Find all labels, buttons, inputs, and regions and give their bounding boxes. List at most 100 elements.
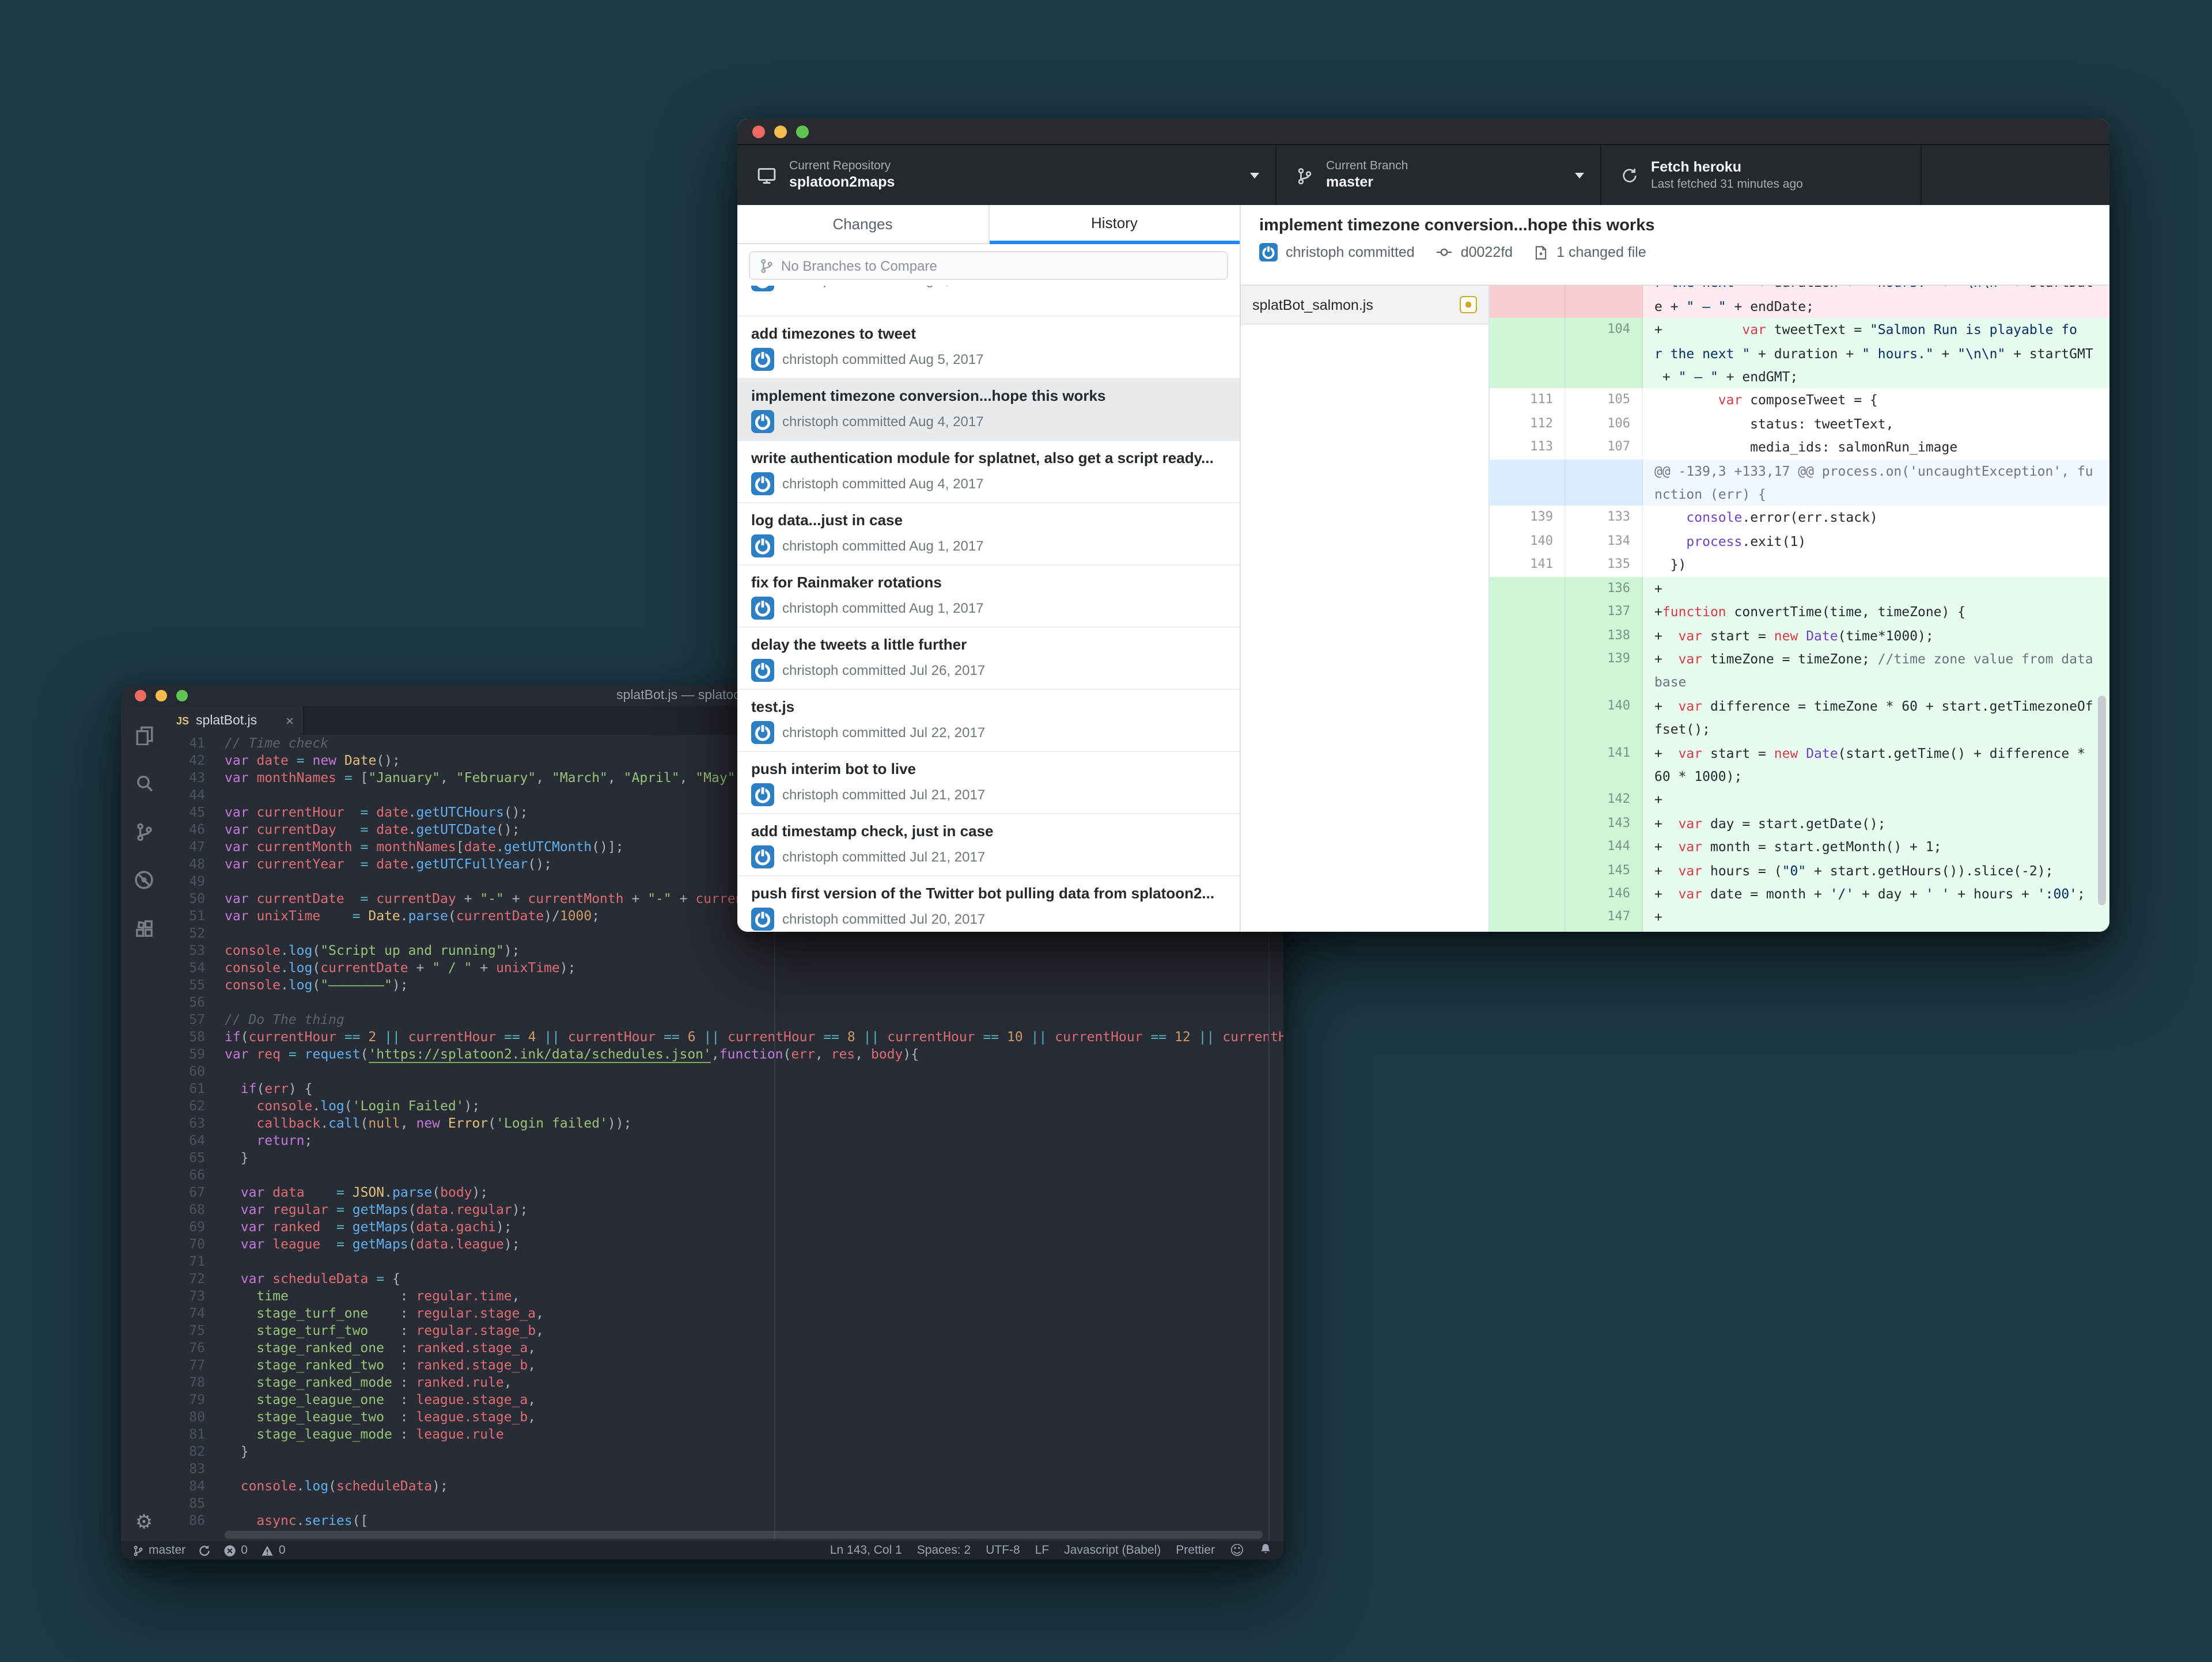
code-line: 69 var ranked = getMaps(data.gachi);: [167, 1219, 1283, 1236]
commit-row-meta: christoph committed Aug 5, 2017: [751, 348, 1226, 371]
commit-row[interactable]: implement timezone conversion...hope thi…: [737, 379, 1240, 441]
status-warnings[interactable]: 0: [260, 1543, 286, 1557]
diff-row: 143+ var day = start.getDate();: [1490, 812, 2109, 836]
branch-icon: [132, 1544, 144, 1557]
source-control-icon[interactable]: [121, 807, 167, 856]
status-branch[interactable]: master: [132, 1543, 185, 1557]
commit-row[interactable]: push first version of the Twitter bot pu…: [737, 876, 1240, 932]
status-item[interactable]: Prettier: [1176, 1543, 1215, 1557]
diff-scrollbar-thumb[interactable]: [2098, 696, 2106, 905]
commit-row[interactable]: christoph committed Aug 5, 2017: [737, 286, 1240, 317]
commit-row-title: push first version of the Twitter bot pu…: [751, 885, 1226, 902]
commit-row[interactable]: push interim bot to live christoph commi…: [737, 752, 1240, 814]
horizontal-scrollbar[interactable]: [225, 1531, 1263, 1539]
status-item[interactable]: Javascript (Babel): [1064, 1543, 1161, 1557]
code-line: 82 }: [167, 1443, 1283, 1460]
compare-placeholder: No Branches to Compare: [781, 257, 937, 274]
diff-row: 145+ var hours = ("0" + start.getHours()…: [1490, 859, 2109, 882]
commit-detail-header: implement timezone conversion...hope thi…: [1241, 205, 2109, 286]
status-sync[interactable]: [198, 1544, 211, 1557]
javascript-file-icon: JS: [176, 715, 189, 726]
commit-row-meta: christoph committed Jul 21, 2017: [751, 845, 1226, 868]
committer-avatar-icon: [751, 534, 774, 557]
code-line: 80 stage_league_two : league.stage_b,: [167, 1409, 1283, 1426]
code-line: 72 var scheduleData = {: [167, 1270, 1283, 1288]
current-branch-button[interactable]: Current Branch master: [1277, 145, 1601, 206]
committer-avatar-icon: [751, 410, 774, 433]
minimize-window-button[interactable]: [774, 125, 787, 138]
diff-row: 113107 media_ids: salmonRun_image: [1490, 436, 2109, 460]
commit-row[interactable]: test.js christoph committed Jul 22, 2017: [737, 690, 1240, 752]
diff-row: 139+ var timeZone = timeZone; //time zon…: [1490, 647, 2109, 695]
close-window-button[interactable]: [752, 125, 765, 138]
settings-gear-icon[interactable]: ⚙: [121, 1511, 167, 1534]
github-desktop-window: Current Repository splatoon2maps Current…: [737, 119, 2109, 932]
notifications-bell-icon[interactable]: [1259, 1542, 1272, 1559]
committer-avatar-icon: [751, 597, 774, 620]
commit-sha[interactable]: d0022fd: [1461, 244, 1513, 260]
debug-icon[interactable]: [121, 856, 167, 904]
feedback-smiley-icon[interactable]: ☺: [1230, 1542, 1244, 1558]
github-toolbar: Current Repository splatoon2maps Current…: [737, 144, 2109, 206]
current-repository-button[interactable]: Current Repository splatoon2maps: [737, 145, 1277, 206]
tab-close-icon[interactable]: ×: [286, 714, 294, 727]
commit-detail-pane: implement timezone conversion...hope thi…: [1241, 205, 2109, 932]
commit-row[interactable]: fix for Rainmaker rotations christoph co…: [737, 566, 1240, 628]
code-line: 68 var regular = getMaps(data.regular);: [167, 1201, 1283, 1219]
code-line: 67 var data = JSON.parse(body);: [167, 1184, 1283, 1201]
commit-row-meta: christoph committed Jul 26, 2017: [751, 659, 1226, 682]
code-line: 54console.log(currentDate + " / " + unix…: [167, 959, 1283, 977]
status-item[interactable]: Ln 143, Col 1: [830, 1543, 902, 1557]
chevron-down-icon: [1250, 173, 1259, 179]
commit-row[interactable]: log data...just in case christoph commit…: [737, 503, 1240, 566]
fetch-button[interactable]: Fetch heroku Last fetched 31 minutes ago: [1601, 145, 1922, 206]
diff-row: - var tweetText = "Salmon Run is playabl…: [1490, 286, 2109, 318]
repository-monitor-icon: [757, 166, 777, 185]
diff-row: 104+ var tweetText = "Salmon Run is play…: [1490, 318, 2109, 388]
diff-row: 137+function convertTime(time, timeZone)…: [1490, 600, 2109, 624]
extensions-icon[interactable]: [121, 904, 167, 953]
tab-changes[interactable]: Changes: [737, 205, 989, 244]
diff-row: 144+ var month = start.getMonth() + 1;: [1490, 835, 2109, 859]
commit-row-meta: christoph committed Jul 21, 2017: [751, 783, 1226, 806]
status-item[interactable]: UTF-8: [986, 1543, 1020, 1557]
commit-row[interactable]: write authentication module for splatnet…: [737, 441, 1240, 503]
file-row[interactable]: splatBot_salmon.js: [1241, 286, 1488, 325]
code-line: 65 }: [167, 1149, 1283, 1167]
commit-row[interactable]: add timezones to tweet christoph committ…: [737, 317, 1240, 379]
compare-branch-input[interactable]: No Branches to Compare: [749, 251, 1228, 280]
search-icon[interactable]: [121, 759, 167, 807]
tab-label: splatBot.js: [196, 714, 257, 727]
commit-icon: [1435, 244, 1453, 260]
diff-row: 147+: [1490, 906, 2109, 929]
code-line: 85: [167, 1495, 1283, 1512]
commit-row-meta: christoph committed Jul 22, 2017: [751, 721, 1226, 744]
tab-history[interactable]: History: [989, 205, 1240, 244]
status-errors[interactable]: 0: [224, 1543, 248, 1557]
repo-label: Current Repository: [789, 159, 895, 174]
branch-icon: [759, 257, 774, 274]
status-item[interactable]: Spaces: 2: [917, 1543, 971, 1557]
sync-icon: [198, 1544, 211, 1557]
repo-value: splatoon2maps: [789, 174, 895, 192]
code-line: 76 stage_ranked_one : ranked.stage_a,: [167, 1340, 1283, 1357]
code-line: 78 stage_ranked_mode : ranked.rule,: [167, 1374, 1283, 1391]
diff-row: 140+ var difference = timeZone * 60 + st…: [1490, 694, 2109, 741]
explorer-icon[interactable]: [121, 711, 167, 759]
committer-avatar-icon: [751, 845, 774, 868]
commit-row-title: add timezones to tweet: [751, 325, 1226, 342]
toolbar-spacer: [1922, 145, 2109, 206]
github-content: Changes History No Branches to Compare c…: [737, 205, 2109, 932]
fetch-subtitle: Last fetched 31 minutes ago: [1651, 177, 1803, 192]
branch-value: master: [1326, 174, 1408, 192]
commit-row[interactable]: delay the tweets a little further christ…: [737, 628, 1240, 690]
zoom-window-button[interactable]: [796, 125, 809, 138]
status-item[interactable]: LF: [1035, 1543, 1050, 1557]
commit-row[interactable]: add timestamp check, just in case christ…: [737, 814, 1240, 876]
tab-splatbot-js[interactable]: JS splatBot.js ×: [167, 706, 304, 735]
code-line: 86 async.series([: [167, 1512, 1283, 1530]
code-line: 59var req = request('https://splatoon2.i…: [167, 1046, 1283, 1063]
code-line: 66: [167, 1167, 1283, 1184]
commit-row-meta: christoph committed Aug 4, 2017: [751, 410, 1226, 433]
commit-history-list: christoph committed Aug 5, 2017add timez…: [737, 286, 1240, 932]
